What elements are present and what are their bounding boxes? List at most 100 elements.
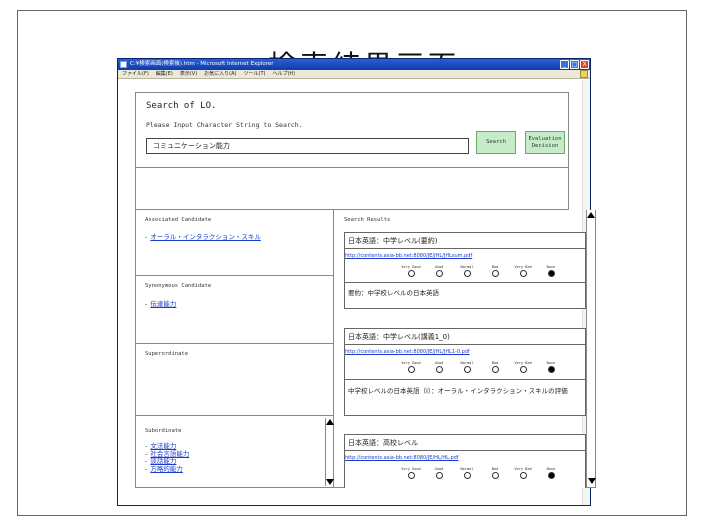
rating-label: Normal [460,361,474,365]
result-card: 日本英語：中学レベル(講義1_0) http://contents.asia-b… [344,328,586,416]
rating-radio-normal[interactable] [463,366,471,373]
search-button[interactable]: Search [476,131,516,154]
result-card: 日本英語：高校レベル http://contents.asia-bb.net:8… [344,434,586,488]
results-scrollbar[interactable] [586,210,596,487]
rating-radio-very-good[interactable] [407,270,415,277]
rating-label: None [546,361,556,365]
subordinate-item[interactable]: - 方略的能力 [145,465,189,474]
result-title: 日本英語：中学レベル(要約) [345,233,585,249]
synonymous-panel: Synonymous Candidate - 伝達能力 [136,276,333,344]
rating-label: None [546,265,556,269]
menu-favorites[interactable]: お気に入り(A) [204,70,236,78]
superordinate-title: Superordinate [145,351,189,357]
result-url-link[interactable]: http://contents.asia-bb.net:8080/JE/JHL/… [345,253,472,259]
result-title: 日本英語：中学レベル(講義1_0) [345,329,585,345]
associated-panel: Associated Candidate - オーラル・インタラクション・スキル [136,210,333,276]
menu-edit[interactable]: 編集(E) [156,70,173,78]
search-heading: Search of LO. [146,101,217,111]
rating-radio-none[interactable] [547,472,555,479]
close-button[interactable]: X [580,60,589,69]
rating-label: Normal [460,467,474,471]
rating-radio-very-bad[interactable] [519,270,527,277]
eval-label-line1: Evaluation [528,135,562,142]
menu-tools[interactable]: ツール(T) [244,70,266,78]
rating-group: Very Good Good Normal Bad Very Bad None [397,361,565,373]
rating-radio-very-good[interactable] [407,472,415,479]
menu-help[interactable]: ヘルプ(H) [272,70,295,78]
subordinate-title: Subordinate [145,428,182,434]
window-title: C:¥検索画面(検索後).htm - Microsoft Internet Ex… [130,61,274,67]
synonymous-item[interactable]: - 伝達能力 [145,300,176,309]
rating-label: Good [434,361,444,365]
candidate-column: Associated Candidate - オーラル・インタラクション・スキル … [135,210,334,488]
synonymous-link[interactable]: 伝達能力 [150,300,176,308]
rating-radio-bad[interactable] [491,366,499,373]
rating-label: Normal [460,265,474,269]
search-input[interactable]: コミュニケーション能力 [146,138,469,154]
rating-label: Bad [491,265,499,269]
rating-label: Very Bad [514,361,532,365]
menu-file[interactable]: ファイル(F) [122,70,149,78]
evaluation-decision-button[interactable]: Evaluation Decision [525,131,565,154]
rating-radio-none[interactable] [547,270,555,277]
rating-radio-good[interactable] [435,472,443,479]
subordinate-scrollbar[interactable] [325,418,334,486]
rating-radio-very-bad[interactable] [519,366,527,373]
rating-radio-very-bad[interactable] [519,472,527,479]
scroll-up-icon[interactable] [326,419,334,425]
rating-label: Very Good [401,361,421,365]
eval-label-line2: Decision [531,142,559,149]
rating-radio-bad[interactable] [491,270,499,277]
associated-title: Associated Candidate [145,217,212,223]
rating-group: Very Good Good Normal Bad Very Bad None [397,265,565,277]
menu-view[interactable]: 表示(V) [180,70,197,78]
rating-radio-good[interactable] [435,366,443,373]
rating-label: Very Bad [514,265,532,269]
synonymous-title: Synonymous Candidate [145,283,212,289]
results-title: Search Results [344,217,391,223]
result-divider [345,379,585,380]
rating-radio-normal[interactable] [463,472,471,479]
rating-group: Very Good Good Normal Bad Very Bad None [397,467,565,479]
page-content: Search of LO. Please Input Character Str… [118,80,596,505]
result-divider [345,282,585,283]
result-url-link[interactable]: http://contents.asia-bb.net:8080/JE/JHL/… [345,349,470,355]
associated-item[interactable]: - オーラル・インタラクション・スキル [145,233,261,242]
search-panel: Search of LO. Please Input Character Str… [135,92,569,168]
result-description: 中学校レベルの日本英語（I）：オーラル・インタラクション・スキルの評価 [348,387,568,395]
superordinate-panel: Superordinate [136,344,333,416]
rating-label: Good [434,265,444,269]
subordinate-panel: Subordinate - 文法能力 - 社会言語能力 - 談話能力 - 方略的能力 [136,416,334,488]
rating-label: Very Bad [514,467,532,471]
window-titlebar[interactable]: C:¥検索画面(検索後).htm - Microsoft Internet Ex… [118,59,590,70]
rating-label: Bad [491,361,499,365]
result-card: 日本英語：中学レベル(要約) http://contents.asia-bb.n… [344,232,586,309]
result-title: 日本英語：高校レベル [345,435,585,451]
rating-radio-normal[interactable] [463,270,471,277]
windows-logo-icon [580,70,588,78]
rating-radio-very-good[interactable] [407,366,415,373]
ie-app-icon [120,61,127,68]
menu-bar: ファイル(F) 編集(E) 表示(V) お気に入り(A) ツール(T) ヘルプ(… [118,70,590,79]
rating-label: Very Good [401,265,421,269]
result-url-link[interactable]: http://contents.asia-bb.net:8080/JE/HL/H… [345,455,459,461]
search-prompt: Please Input Character String to Search. [146,121,303,129]
scroll-up-icon[interactable] [587,212,595,218]
scroll-down-icon[interactable] [587,478,596,484]
rating-radio-bad[interactable] [491,472,499,479]
rating-label: Bad [491,467,499,471]
rating-label: Good [434,467,444,471]
rating-radio-none[interactable] [547,366,555,373]
result-description: 要約：中学校レベルの日本英語 [348,289,439,297]
scroll-down-icon[interactable] [326,479,334,485]
subordinate-link[interactable]: 方略的能力 [150,465,183,473]
rating-radio-good[interactable] [435,270,443,277]
blank-panel [135,168,569,210]
browser-window: C:¥検索画面(検索後).htm - Microsoft Internet Ex… [117,58,596,506]
maximize-button[interactable]: □ [570,60,579,69]
results-column: Search Results 日本英語：中学レベル(要約) http://con… [334,210,596,488]
rating-label: Very Good [401,467,421,471]
rating-label: None [546,467,556,471]
associated-link[interactable]: オーラル・インタラクション・スキル [150,233,261,241]
minimize-button[interactable]: _ [560,60,569,69]
